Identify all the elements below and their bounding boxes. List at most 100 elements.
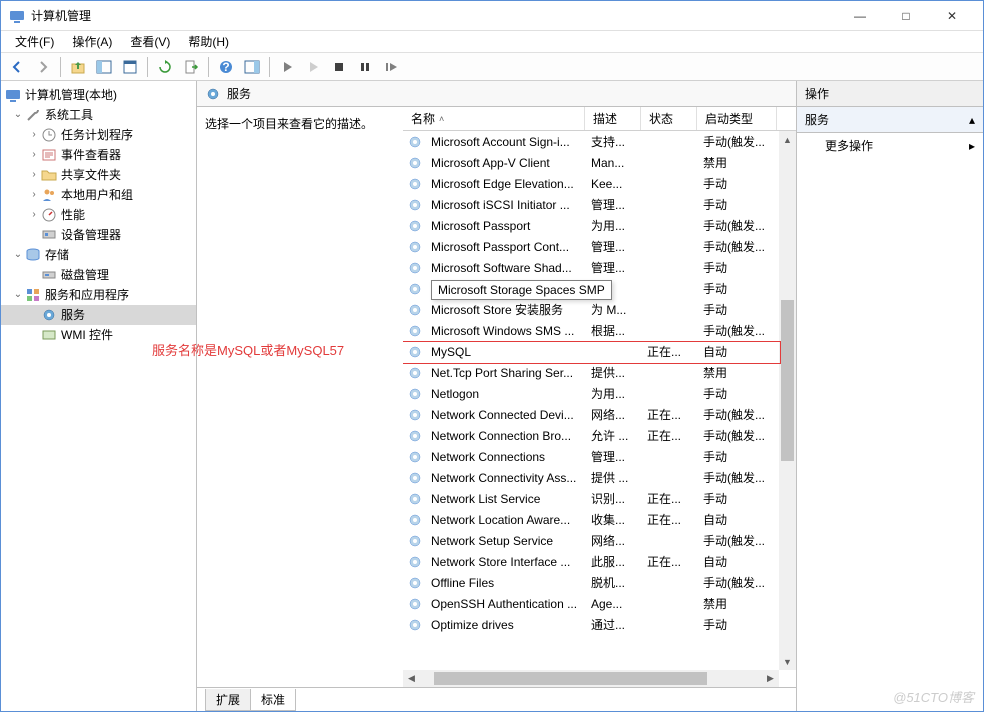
- tab-standard[interactable]: 标准: [250, 689, 296, 711]
- col-start[interactable]: 启动类型: [697, 107, 777, 130]
- tree-device-manager[interactable]: 设备管理器: [1, 225, 196, 245]
- cell-name: Network Connections: [427, 450, 587, 464]
- menu-view[interactable]: 查看(V): [122, 31, 178, 52]
- service-row[interactable]: Microsoft App-V ClientMan...禁用: [403, 152, 779, 173]
- event-icon: [41, 147, 57, 163]
- tree-task-scheduler[interactable]: › 任务计划程序: [1, 125, 196, 145]
- forward-button[interactable]: [31, 55, 55, 79]
- service-row[interactable]: Net.Tcp Port Sharing Ser...提供...禁用: [403, 362, 779, 383]
- tools-icon: [25, 107, 41, 123]
- vertical-scrollbar[interactable]: ▲ ▼: [779, 131, 796, 670]
- cell-name: Microsoft Passport Cont...: [427, 240, 587, 254]
- service-row[interactable]: Microsoft Passport Cont...管理...手动(触发...: [403, 236, 779, 257]
- service-row[interactable]: MySQL正在...自动: [403, 341, 779, 362]
- tree-performance[interactable]: › 性能: [1, 205, 196, 225]
- start-service-button[interactable]: [275, 55, 299, 79]
- cell-status: 正在...: [643, 427, 699, 444]
- scroll-down-button[interactable]: ▼: [779, 653, 796, 670]
- tree-root[interactable]: 计算机管理(本地): [1, 85, 196, 105]
- menu-action[interactable]: 操作(A): [64, 31, 120, 52]
- service-row[interactable]: Microsoft Windows SMS ...根据...手动(触发...: [403, 320, 779, 341]
- cell-name: Microsoft Store 安装服务: [427, 301, 587, 318]
- tree-event-viewer[interactable]: › 事件查看器: [1, 145, 196, 165]
- service-row[interactable]: Microsoft Account Sign-i...支持...手动(触发...: [403, 131, 779, 152]
- show-hide-tree-button[interactable]: [92, 55, 116, 79]
- cell-name: Microsoft Passport: [427, 219, 587, 233]
- menu-file[interactable]: 文件(F): [7, 31, 62, 52]
- cell-desc: 收集...: [587, 511, 643, 528]
- tree-system-tools[interactable]: ⌄ 系统工具: [1, 105, 196, 125]
- tree-disk-mgmt[interactable]: 磁盘管理: [1, 265, 196, 285]
- menu-bar: 文件(F) 操作(A) 查看(V) 帮助(H): [1, 31, 983, 53]
- perf-icon: [41, 207, 57, 223]
- service-row[interactable]: Microsoft Passport为用...手动(触发...: [403, 215, 779, 236]
- service-row[interactable]: OpenSSH Authentication ...Age...禁用: [403, 593, 779, 614]
- cell-name: Network Location Aware...: [427, 513, 587, 527]
- col-name[interactable]: 名称: [403, 107, 585, 130]
- maximize-button[interactable]: □: [883, 2, 929, 30]
- storage-icon: [25, 247, 41, 263]
- up-button[interactable]: [66, 55, 90, 79]
- cell-name: OpenSSH Authentication ...: [427, 597, 587, 611]
- cell-status: 正在...: [643, 343, 699, 360]
- service-row[interactable]: Netlogon为用...手动: [403, 383, 779, 404]
- tab-extended[interactable]: 扩展: [205, 689, 251, 711]
- tree-storage[interactable]: ⌄ 存储: [1, 245, 196, 265]
- actions-pane-button[interactable]: [240, 55, 264, 79]
- service-row[interactable]: Optimize drives通过...手动: [403, 614, 779, 635]
- col-desc[interactable]: 描述: [585, 107, 641, 130]
- cell-name: Optimize drives: [427, 618, 587, 632]
- col-status[interactable]: 状态: [641, 107, 697, 130]
- tree-shared-folders[interactable]: › 共享文件夹: [1, 165, 196, 185]
- tree-services[interactable]: 服务: [1, 305, 196, 325]
- pause-service-button[interactable]: [301, 55, 325, 79]
- cell-desc: 为 M...: [587, 301, 643, 318]
- export-button[interactable]: [179, 55, 203, 79]
- cell-desc: 提供...: [587, 364, 643, 381]
- actions-more[interactable]: 更多操作 ▸: [797, 133, 983, 158]
- service-row[interactable]: Offline Files脱机...手动(触发...: [403, 572, 779, 593]
- tree-local-users[interactable]: › 本地用户和组: [1, 185, 196, 205]
- restart-service-button[interactable]: [379, 55, 403, 79]
- scroll-left-button[interactable]: ◀: [403, 670, 420, 687]
- service-row[interactable]: Network Connected Devi...网络...正在...手动(触发…: [403, 404, 779, 425]
- properties-button[interactable]: [118, 55, 142, 79]
- cell-start: 自动: [699, 343, 779, 360]
- clock-icon: [41, 127, 57, 143]
- stop-service-button[interactable]: [327, 55, 351, 79]
- services-list[interactable]: 名称 描述 状态 启动类型 Microsoft Account Sign-i..…: [403, 107, 796, 687]
- service-row[interactable]: Network List Service识别...正在...手动: [403, 488, 779, 509]
- service-row[interactable]: Network Connection Bro...允许 ...正在...手动(触…: [403, 425, 779, 446]
- scroll-right-button[interactable]: ▶: [762, 670, 779, 687]
- service-row[interactable]: Network Location Aware...收集...正在...自动: [403, 509, 779, 530]
- minimize-button[interactable]: —: [837, 2, 883, 30]
- service-row[interactable]: Network Setup Service网络...手动(触发...: [403, 530, 779, 551]
- help-button[interactable]: ?: [214, 55, 238, 79]
- tree-services-apps[interactable]: ⌄ 服务和应用程序: [1, 285, 196, 305]
- cell-name: Network Store Interface ...: [427, 555, 587, 569]
- horizontal-scrollbar[interactable]: ◀ ▶: [403, 670, 779, 687]
- description-column: 选择一个项目来查看它的描述。: [197, 107, 403, 687]
- actions-section-services[interactable]: 服务 ▴: [797, 107, 983, 133]
- cell-name: Netlogon: [427, 387, 587, 401]
- apps-icon: [25, 287, 41, 303]
- menu-help[interactable]: 帮助(H): [180, 31, 237, 52]
- list-header: 名称 描述 状态 启动类型: [403, 107, 796, 131]
- scroll-up-button[interactable]: ▲: [779, 131, 796, 148]
- refresh-button[interactable]: [153, 55, 177, 79]
- service-row[interactable]: Network Connectivity Ass...提供 ...手动(触发..…: [403, 467, 779, 488]
- cell-status: 正在...: [643, 406, 699, 423]
- console-tree[interactable]: 计算机管理(本地) ⌄ 系统工具 › 任务计划程序 › 事件查看器 › 共享文件…: [1, 81, 197, 711]
- service-row[interactable]: Network Store Interface ...此服...正在...自动: [403, 551, 779, 572]
- service-row[interactable]: Microsoft iSCSI Initiator ...管理...手动: [403, 194, 779, 215]
- pause2-button[interactable]: [353, 55, 377, 79]
- cell-start: 手动: [699, 196, 779, 213]
- back-button[interactable]: [5, 55, 29, 79]
- service-row[interactable]: Network Connections管理...手动: [403, 446, 779, 467]
- center-header: 服务: [197, 81, 796, 107]
- service-row[interactable]: Microsoft Edge Elevation...Kee...手动: [403, 173, 779, 194]
- cell-name: Offline Files: [427, 576, 587, 590]
- service-row[interactable]: Microsoft Software Shad...管理...手动: [403, 257, 779, 278]
- service-row[interactable]: Microsoft Store 安装服务为 M...手动: [403, 299, 779, 320]
- close-button[interactable]: ✕: [929, 2, 975, 30]
